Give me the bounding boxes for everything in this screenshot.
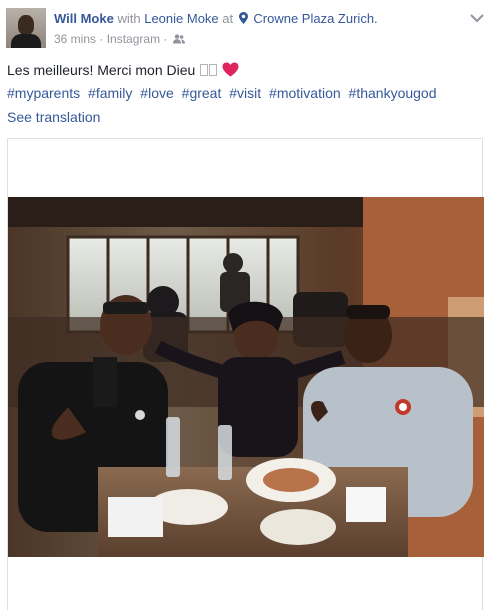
timestamp[interactable]: 36 mins xyxy=(54,32,96,46)
hashtag-link[interactable]: #great xyxy=(182,85,222,101)
message-text: Les meilleurs! Merci mon Dieu xyxy=(7,62,196,78)
hashtag-link[interactable]: #family xyxy=(88,85,132,101)
meta-separator: · xyxy=(99,31,104,46)
tagged-person[interactable]: Leonie Moke xyxy=(144,11,218,26)
source-app[interactable]: Instagram xyxy=(107,32,160,46)
see-translation-link[interactable]: See translation xyxy=(7,109,100,125)
hashtag-link[interactable]: #love xyxy=(140,85,173,101)
post-message: Les meilleurs! Merci mon Dieu xyxy=(7,62,239,78)
chevron-down-icon[interactable] xyxy=(470,13,484,23)
hashtag-link[interactable]: #thankyougod xyxy=(349,85,437,101)
shared-photo-card[interactable] xyxy=(7,138,484,610)
at-text: at xyxy=(222,11,234,26)
avatar-shirt xyxy=(11,34,41,48)
with-text: with xyxy=(117,11,141,26)
location-link[interactable]: Crowne Plaza Zurich. xyxy=(253,11,377,26)
missing-glyph-box xyxy=(209,64,218,76)
missing-glyph-box xyxy=(200,64,209,76)
hashtag-link[interactable]: #motivation xyxy=(269,85,341,101)
post-meta: 36 mins · Instagram · xyxy=(54,31,185,46)
hashtag-list: #myparents #family #love #great #visit #… xyxy=(7,85,441,101)
post-photo[interactable] xyxy=(8,197,484,557)
author-name[interactable]: Will Moke xyxy=(54,11,114,26)
hashtag-link[interactable]: #visit xyxy=(229,85,261,101)
map-pin-icon xyxy=(238,12,248,24)
red-heart-icon xyxy=(222,62,239,77)
hashtag-link[interactable]: #myparents xyxy=(7,85,80,101)
friends-icon[interactable] xyxy=(172,34,185,44)
photo-illustration xyxy=(8,197,484,557)
post-header: Will Moke with Leonie Moke at Crowne Pla… xyxy=(54,11,378,26)
facebook-post: Will Moke with Leonie Moke at Crowne Pla… xyxy=(0,0,497,610)
meta-separator-2: · xyxy=(163,31,168,46)
avatar[interactable] xyxy=(6,8,46,48)
avatar-face xyxy=(18,15,34,35)
